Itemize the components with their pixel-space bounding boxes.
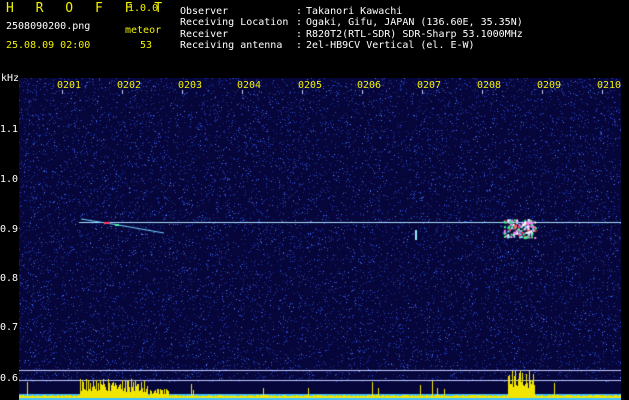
app-version: 1.0.0 <box>128 3 159 14</box>
x-tick-label: 0210 <box>597 80 622 91</box>
date-time: 25.08.09 02:00 <box>6 40 91 51</box>
meteor-label: meteor <box>125 25 162 36</box>
y-tick-label: 0.7 <box>0 322 19 333</box>
x-tick-label: 0207 <box>417 80 442 91</box>
x-tick-label: 0202 <box>117 80 142 91</box>
y-tick-label: 1.0 <box>0 174 19 185</box>
x-tick-label: 0205 <box>298 80 323 91</box>
location-value: Ogaki, Gifu, JAPAN (136.60E, 35.35N) <box>306 17 523 28</box>
header-panel: H R O F F T 1.0.0 2508090200.png meteor … <box>0 0 629 72</box>
antenna-value: 2el-HB9CV Vertical (el. E-W) <box>306 40 475 51</box>
location-label: Receiving Location <box>180 17 289 28</box>
x-tick-label: 0201 <box>57 80 82 91</box>
x-tick-label: 0208 <box>477 80 502 91</box>
antenna-sep: : <box>296 40 303 51</box>
antenna-label: Receiving antenna <box>180 40 283 51</box>
y-tick-label: 0.6 <box>0 373 19 384</box>
filename: 2508090200.png <box>6 21 91 32</box>
spectrogram-canvas <box>19 78 621 400</box>
x-tick-label: 0203 <box>178 80 203 91</box>
meteor-count: 53 <box>140 40 153 51</box>
x-tick-label: 0206 <box>357 80 382 91</box>
x-tick-label: 0209 <box>537 80 562 91</box>
y-tick-label: 0.8 <box>0 273 19 284</box>
y-axis-unit: kHz <box>1 73 20 84</box>
location-sep: : <box>296 17 303 28</box>
y-tick-label: 1.1 <box>0 124 19 135</box>
y-tick-label: 0.9 <box>0 224 19 235</box>
x-tick-label: 0204 <box>237 80 262 91</box>
